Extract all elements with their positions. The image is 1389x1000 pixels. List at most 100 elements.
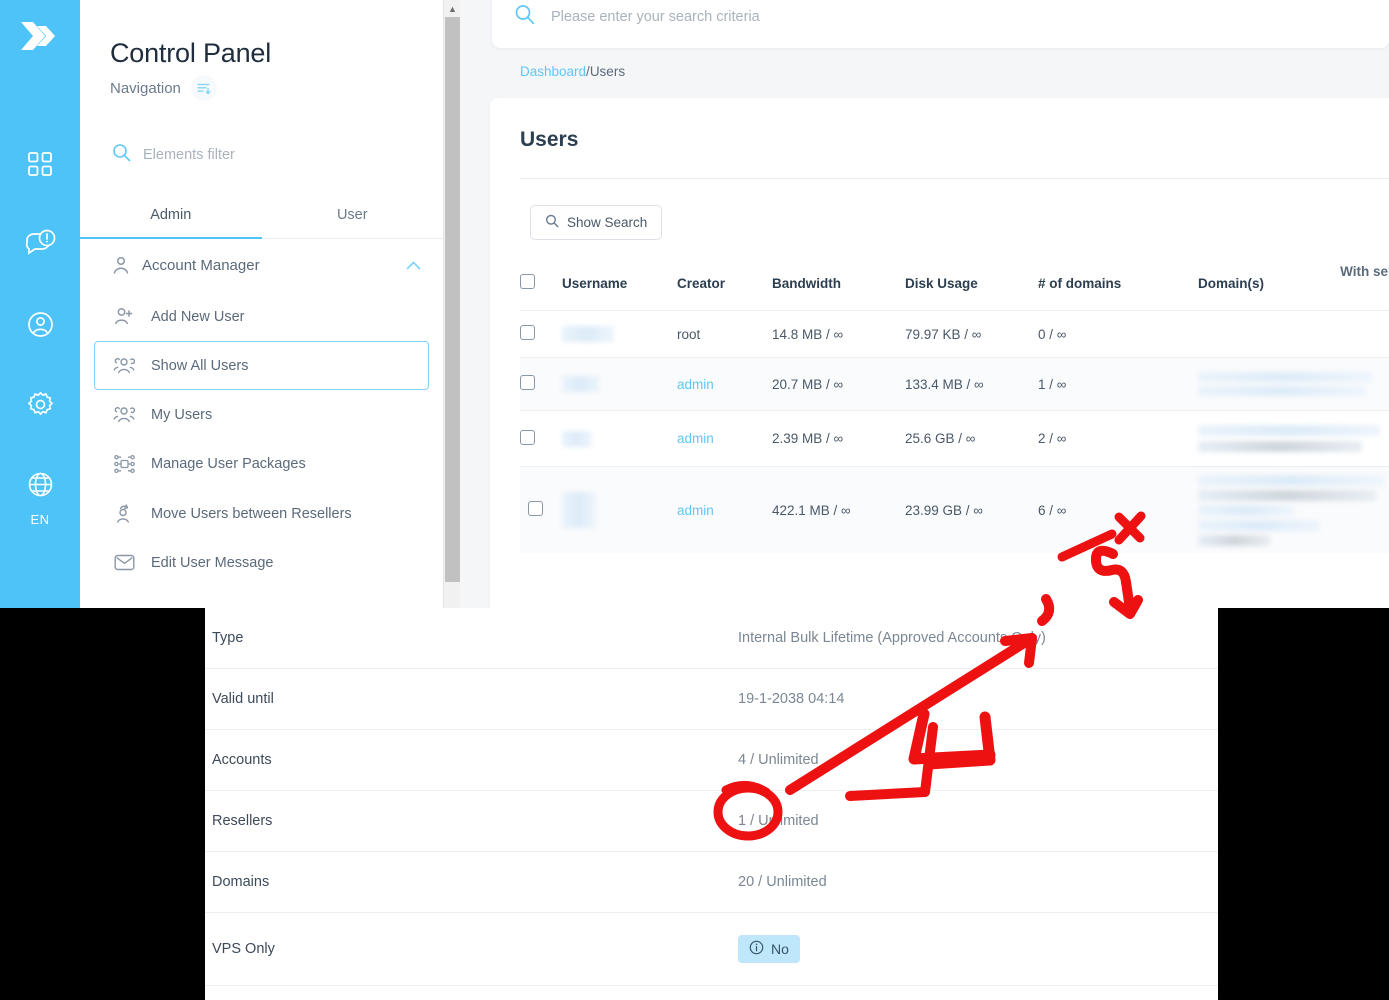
detail-value: Internal Bulk Lifetime (Approved Account… [738,608,1218,669]
panel-subtitle: Navigation [110,79,181,97]
column-header-domains-count[interactable]: # of domains [1038,262,1198,311]
panel-title: Control Panel [110,38,271,68]
sidebar-item-label: Edit User Message [151,554,274,571]
cell-disk-usage: 133.4 MB / ∞ [905,357,1038,411]
detail-label: Pro Pack [205,985,738,1000]
screenshot-black-bar-right [1218,608,1389,1000]
select-all-checkbox[interactable] [520,274,535,289]
detail-row-domains: Domains 20 / Unlimited [205,851,1218,913]
sidebar-item-my-users[interactable]: My Users [94,390,429,439]
creator-link[interactable]: admin [677,431,714,446]
column-header-bandwidth[interactable]: Bandwidth [772,262,905,311]
license-detail-panel: Type Internal Bulk Lifetime (Approved Ac… [205,608,1218,1000]
detail-row-resellers: Resellers 1 / Unlimited [205,790,1218,852]
cell-creator[interactable]: admin [677,357,772,411]
sidebar-item-manage-user-packages[interactable]: Manage User Packages [94,439,429,489]
search-icon [545,214,559,231]
envelope-icon [113,554,135,571]
sidebar-item-label: My Users [151,406,213,423]
settings-gear-icon[interactable] [0,364,80,444]
creator-link[interactable]: admin [677,503,714,518]
panel-subtitle-row: Navigation [80,69,443,101]
with-selected-label[interactable]: With selected [1340,264,1389,279]
sidebar-item-add-new-user[interactable]: Add New User [94,292,429,341]
nav-scrollbar[interactable]: ▲ [443,0,461,608]
language-label[interactable]: EN [30,512,49,527]
table-row[interactable]: admin 422.1 MB / ∞ 23.99 GB / ∞ 6 / ∞ [520,466,1389,553]
packages-nodes-icon [113,454,135,474]
cell-username[interactable] [562,357,677,411]
redacted-domain [1198,504,1294,516]
global-search-input[interactable] [551,9,1151,25]
detail-value: 19-1-2038 04:14 [738,668,1218,730]
tab-user[interactable]: User [262,193,444,238]
nav-group-account-manager[interactable]: Account Manager [80,239,443,292]
creator-link[interactable]: admin [677,377,714,392]
scroll-up-arrow-icon[interactable]: ▲ [444,0,461,17]
cell-creator[interactable]: admin [677,466,772,553]
elements-filter-row [80,101,443,167]
collapse-list-icon[interactable] [190,75,217,101]
row-checkbox[interactable] [520,375,535,390]
elements-filter-input[interactable] [143,147,393,163]
screenshot-black-bar-left [0,608,205,1000]
breadcrumb-current: Users [589,64,626,79]
cell-username[interactable] [562,310,677,358]
sidebar-item-show-all-users[interactable]: Show All Users [94,341,429,390]
cell-username[interactable] [562,410,677,467]
redacted-domain [1198,489,1376,501]
detail-value: 20 / Unlimited [738,851,1218,913]
directadmin-logo-icon[interactable] [0,6,80,66]
notification-alert-icon[interactable] [0,204,80,284]
detail-value: 4 / Unlimited [738,729,1218,791]
redacted-domain [1198,474,1384,486]
icon-rail: EN [0,0,80,608]
row-checkbox-cell [520,357,562,411]
detail-row-pro-pack: Pro Pack No [205,985,1218,1000]
table-row[interactable]: admin 2.39 MB / ∞ 25.6 GB / ∞ 2 / ∞ [520,410,1389,467]
row-checkbox[interactable] [520,429,535,445]
column-header-username[interactable]: Username [562,262,677,311]
detail-value-cell: No [738,912,1218,986]
status-badge: No [738,935,800,963]
table-row[interactable]: admin 20.7 MB / ∞ 133.4 MB / ∞ 1 / ∞ [520,357,1389,411]
column-header-disk-usage[interactable]: Disk Usage [905,262,1038,311]
show-search-label: Show Search [567,215,648,230]
chevron-up-icon[interactable] [406,257,421,275]
scrollbar-thumb[interactable] [445,17,460,582]
dashboard-grid-icon[interactable] [0,124,80,204]
cell-disk-usage: 23.99 GB / ∞ [905,466,1038,553]
row-checkbox[interactable] [520,325,535,340]
breadcrumb-dashboard[interactable]: Dashboard [520,64,586,79]
main-content: Dashboard/Users Users Show Search With s… [460,0,1389,808]
sidebar-item-move-users-between-resellers[interactable]: Move Users between Resellers [94,489,429,539]
users-group-icon [113,405,135,424]
info-circle-icon [749,940,764,958]
row-checkbox[interactable] [528,501,543,516]
nav-tabs: Admin User [80,193,443,239]
sidebar-item-edit-user-message[interactable]: Edit User Message [94,539,429,586]
cell-creator[interactable]: admin [677,410,772,467]
navigation-panel: Control Panel Navigation Admin User [80,0,443,608]
detail-label: VPS Only [205,912,738,986]
table-header-row: Username Creator Bandwidth Disk Usage # … [520,262,1389,311]
cell-username[interactable] [562,466,677,553]
show-search-button[interactable]: Show Search [530,205,663,240]
user-account-icon[interactable] [0,284,80,364]
row-checkbox-cell [520,310,562,358]
column-header-creator[interactable]: Creator [677,262,772,311]
table-row[interactable]: root 14.8 MB / ∞ 79.97 KB / ∞ 0 / ∞ [520,310,1389,358]
cell-bandwidth: 14.8 MB / ∞ [772,310,905,358]
tab-admin[interactable]: Admin [80,193,262,238]
search-icon [112,143,131,167]
redacted-domain [1198,386,1366,396]
sidebar-item-label: Show All Users [151,357,249,374]
cell-domains-count: 0 / ∞ [1038,310,1198,358]
detail-label: Domains [205,851,738,913]
row-checkbox-cell [520,410,562,467]
cell-domains-count: 2 / ∞ [1038,410,1198,467]
cell-domains [1198,310,1389,358]
detail-row-type: Type Internal Bulk Lifetime (Approved Ac… [205,608,1218,669]
cell-bandwidth: 20.7 MB / ∞ [772,357,905,411]
detail-row-accounts: Accounts 4 / Unlimited [205,729,1218,791]
